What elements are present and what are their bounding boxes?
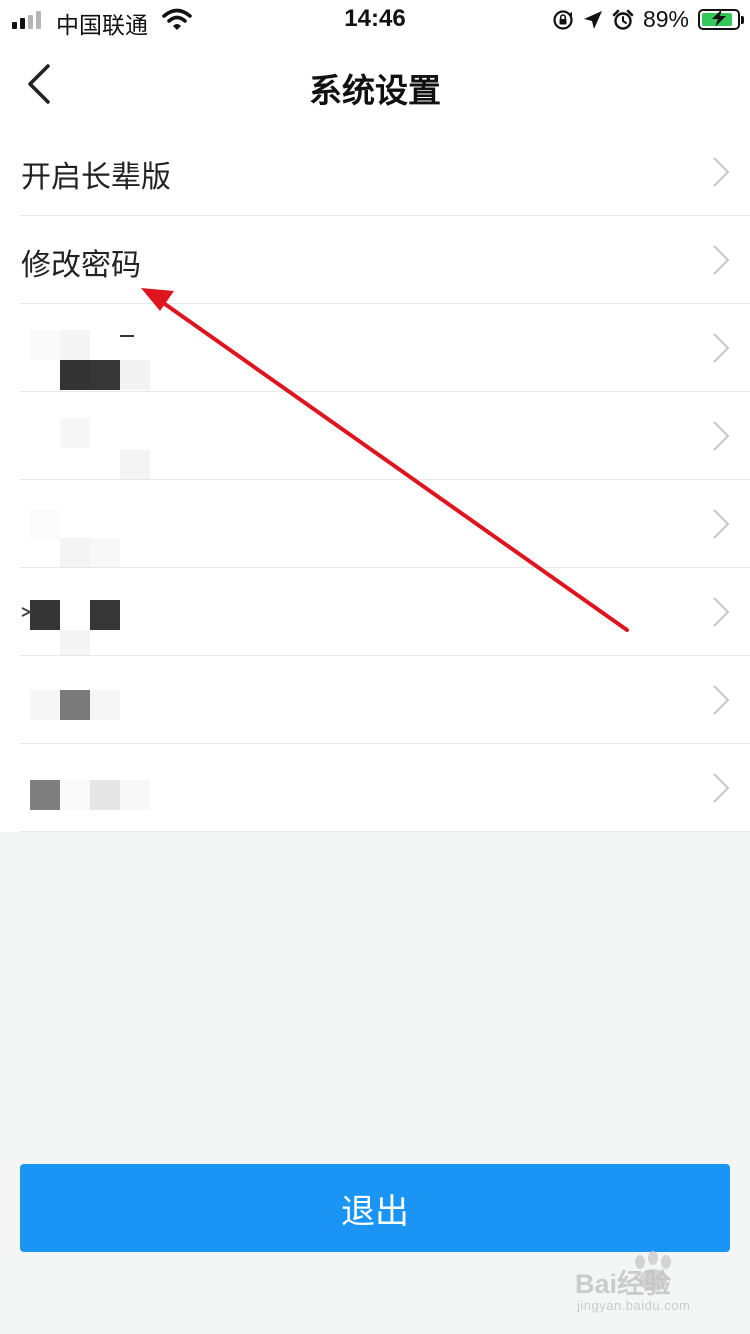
redacted-label-mosaic bbox=[30, 690, 120, 720]
nav-bar: 系统设置 bbox=[0, 40, 750, 128]
settings-item-redacted[interactable] bbox=[0, 656, 750, 744]
charging-bolt-icon bbox=[712, 9, 726, 26]
watermark: Bai经验 jingyan.baidu.com bbox=[575, 1250, 735, 1320]
chevron-right-icon bbox=[713, 157, 730, 187]
settings-item-redacted[interactable] bbox=[0, 568, 750, 656]
settings-item-redacted[interactable] bbox=[0, 304, 750, 392]
settings-item-change-password[interactable]: 修改密码 bbox=[0, 216, 750, 304]
settings-item-elder-mode[interactable]: 开启长辈版 bbox=[0, 128, 750, 216]
settings-item-label: 开启长辈版 bbox=[21, 160, 171, 195]
settings-item-redacted[interactable] bbox=[0, 392, 750, 480]
settings-item-redacted[interactable] bbox=[0, 480, 750, 568]
location-icon bbox=[583, 10, 602, 29]
settings-item-redacted[interactable] bbox=[0, 744, 750, 832]
chevron-right-icon bbox=[713, 509, 730, 539]
watermark-brand: Bai经验 bbox=[575, 1269, 672, 1299]
chevron-right-icon bbox=[713, 421, 730, 451]
chevron-right-icon bbox=[713, 245, 730, 275]
redacted-label-mosaic bbox=[21, 600, 120, 656]
chevron-right-icon bbox=[713, 685, 730, 715]
battery-icon bbox=[698, 9, 744, 30]
redacted-label-mosaic bbox=[30, 780, 150, 810]
watermark-url: jingyan.baidu.com bbox=[577, 1298, 691, 1313]
logout-button[interactable]: 退出 bbox=[20, 1164, 730, 1252]
chevron-right-icon bbox=[713, 597, 730, 627]
rotation-lock-icon bbox=[553, 9, 573, 30]
alarm-icon bbox=[612, 9, 634, 30]
battery-percent: 89% bbox=[642, 6, 689, 32]
page-title: 系统设置 bbox=[309, 71, 441, 110]
chevron-right-icon bbox=[713, 773, 730, 803]
settings-item-label: 修改密码 bbox=[21, 248, 141, 283]
chevron-right-icon bbox=[713, 333, 730, 363]
redacted-label-mosaic bbox=[60, 418, 150, 480]
redacted-label-mosaic bbox=[30, 330, 150, 390]
redacted-label-mosaic bbox=[30, 510, 120, 568]
settings-list: 开启长辈版 修改密码 bbox=[0, 128, 750, 832]
status-bar: 中国联通 14:46 89% bbox=[0, 0, 750, 40]
paw-logo-icon bbox=[635, 1251, 671, 1291]
